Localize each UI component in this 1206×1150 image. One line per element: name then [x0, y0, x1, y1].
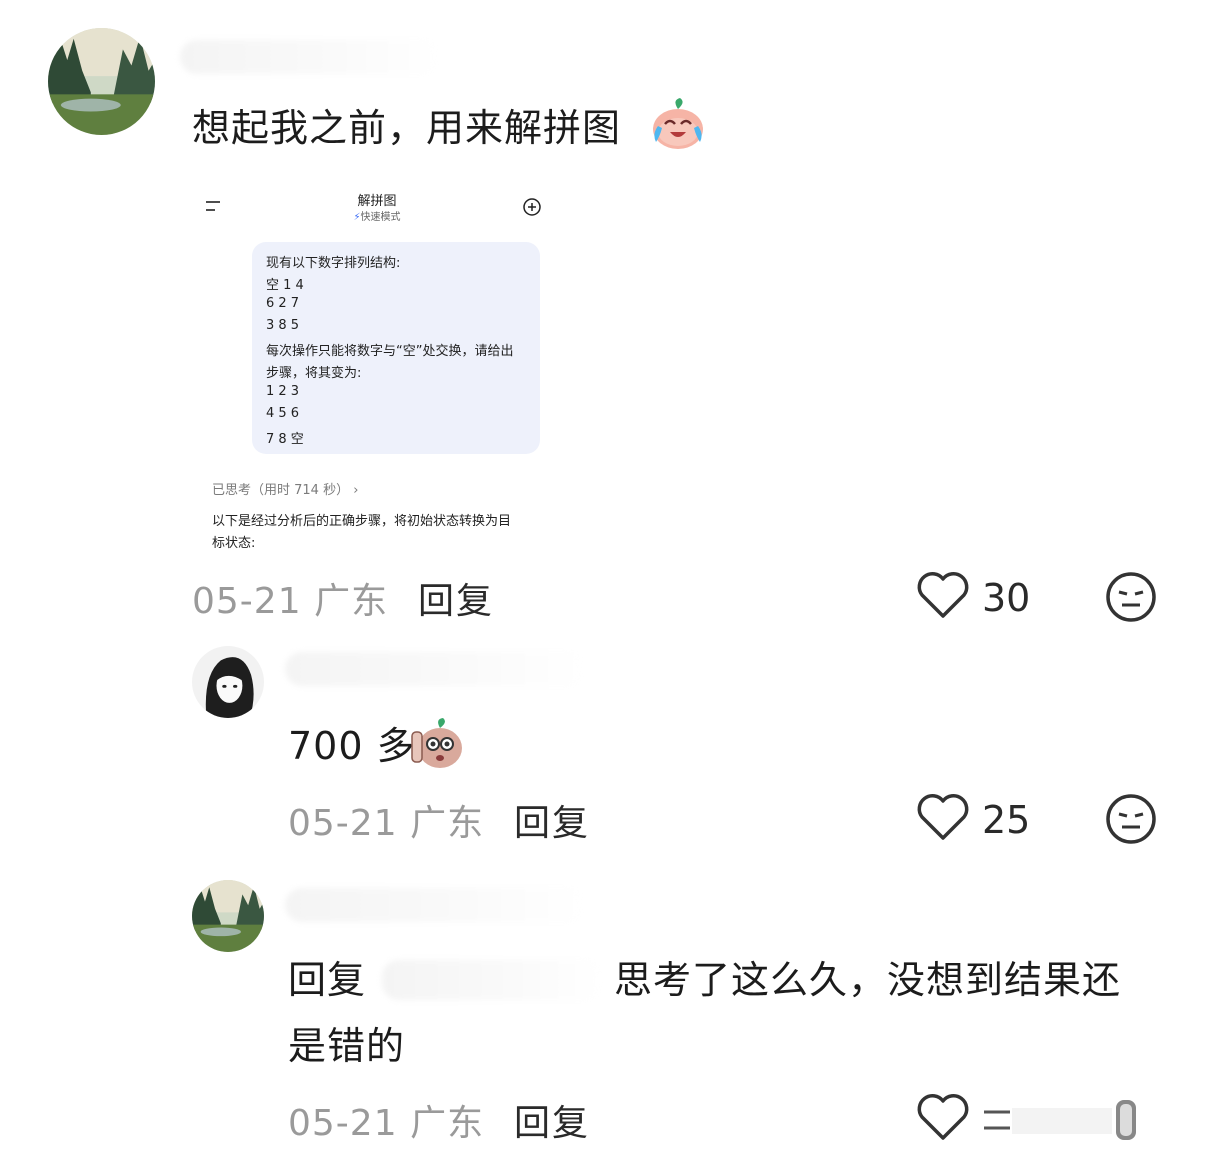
question-line: 6 2 7 — [266, 296, 300, 311]
comment-text-line2: 是错的 — [288, 1024, 406, 1068]
new-chat-icon — [522, 197, 542, 221]
username-blurred — [285, 652, 585, 686]
comment-text: 想起我之前，用来解拼图 — [192, 106, 622, 150]
heart-icon[interactable] — [916, 792, 970, 846]
crying-laughing-peach-emoji — [650, 96, 706, 152]
screenshot-mode: ⚡快速模式 — [353, 212, 401, 223]
question-line: 步骤，将其变为: — [266, 366, 362, 381]
comment-date-location: 05-21 广东 — [288, 1103, 485, 1144]
landscape-avatar-image — [192, 880, 264, 952]
reply-button[interactable]: 回复 — [418, 572, 494, 624]
replied-username-blurred — [382, 960, 602, 1000]
question-line: 每次操作只能将数字与“空”处交换，请给出 — [266, 344, 514, 359]
question-line: 3 8 5 — [266, 318, 300, 333]
username-blurred — [180, 40, 440, 74]
like-count-obscured — [982, 1100, 1182, 1144]
question-line: 现有以下数字排列结构: — [266, 256, 401, 271]
avatar[interactable] — [48, 28, 155, 135]
question-line: 7 8 空 — [266, 432, 304, 447]
comment-text: 700 多 — [288, 724, 416, 768]
answer-line: 标状态: — [212, 536, 256, 551]
peeking-peach-emoji — [410, 716, 466, 768]
avatar[interactable] — [192, 646, 264, 718]
reply-button[interactable]: 回复 — [514, 1094, 590, 1146]
heart-icon[interactable] — [916, 570, 970, 624]
username-blurred — [285, 888, 585, 922]
reply-prefix: 回复 — [288, 958, 367, 1002]
question-bubble: 现有以下数字排列结构: 空 1 4 6 2 7 3 8 5 每次操作只能将数字与… — [252, 242, 540, 454]
heart-icon[interactable] — [916, 1092, 970, 1146]
question-line: 4 5 6 — [266, 406, 300, 421]
question-line: 1 2 3 — [266, 384, 300, 399]
dislike-face-icon[interactable] — [1104, 570, 1158, 628]
like-count: 30 — [982, 576, 1031, 620]
question-line: 空 1 4 — [266, 278, 304, 293]
avatar[interactable] — [192, 880, 264, 952]
thinking-toggle[interactable]: 已思考（用时 714 秒） › — [212, 479, 358, 498]
like-count: 25 — [982, 798, 1031, 842]
landscape-avatar-image — [48, 28, 155, 135]
comment-date-location: 05-21 广东 — [192, 581, 389, 622]
anime-avatar-image — [192, 646, 264, 718]
chevron-right-icon: › — [353, 483, 359, 498]
comment-date-location: 05-21 广东 — [288, 803, 485, 844]
answer-line: 以下是经过分析后的正确步骤，将初始状态转换为目 — [212, 514, 512, 529]
embedded-screenshot[interactable]: 解拼图 ⚡快速模式 现有以下数字排列结构: 空 1 4 6 2 7 3 8 5 … — [192, 180, 562, 555]
lightning-icon: ⚡ — [353, 212, 361, 223]
dislike-face-icon[interactable] — [1104, 792, 1158, 850]
reply-button[interactable]: 回复 — [514, 794, 590, 846]
screenshot-title: 解拼图 — [357, 194, 397, 209]
comment-text: 思考了这么久，没想到结果还 — [614, 958, 1122, 1002]
